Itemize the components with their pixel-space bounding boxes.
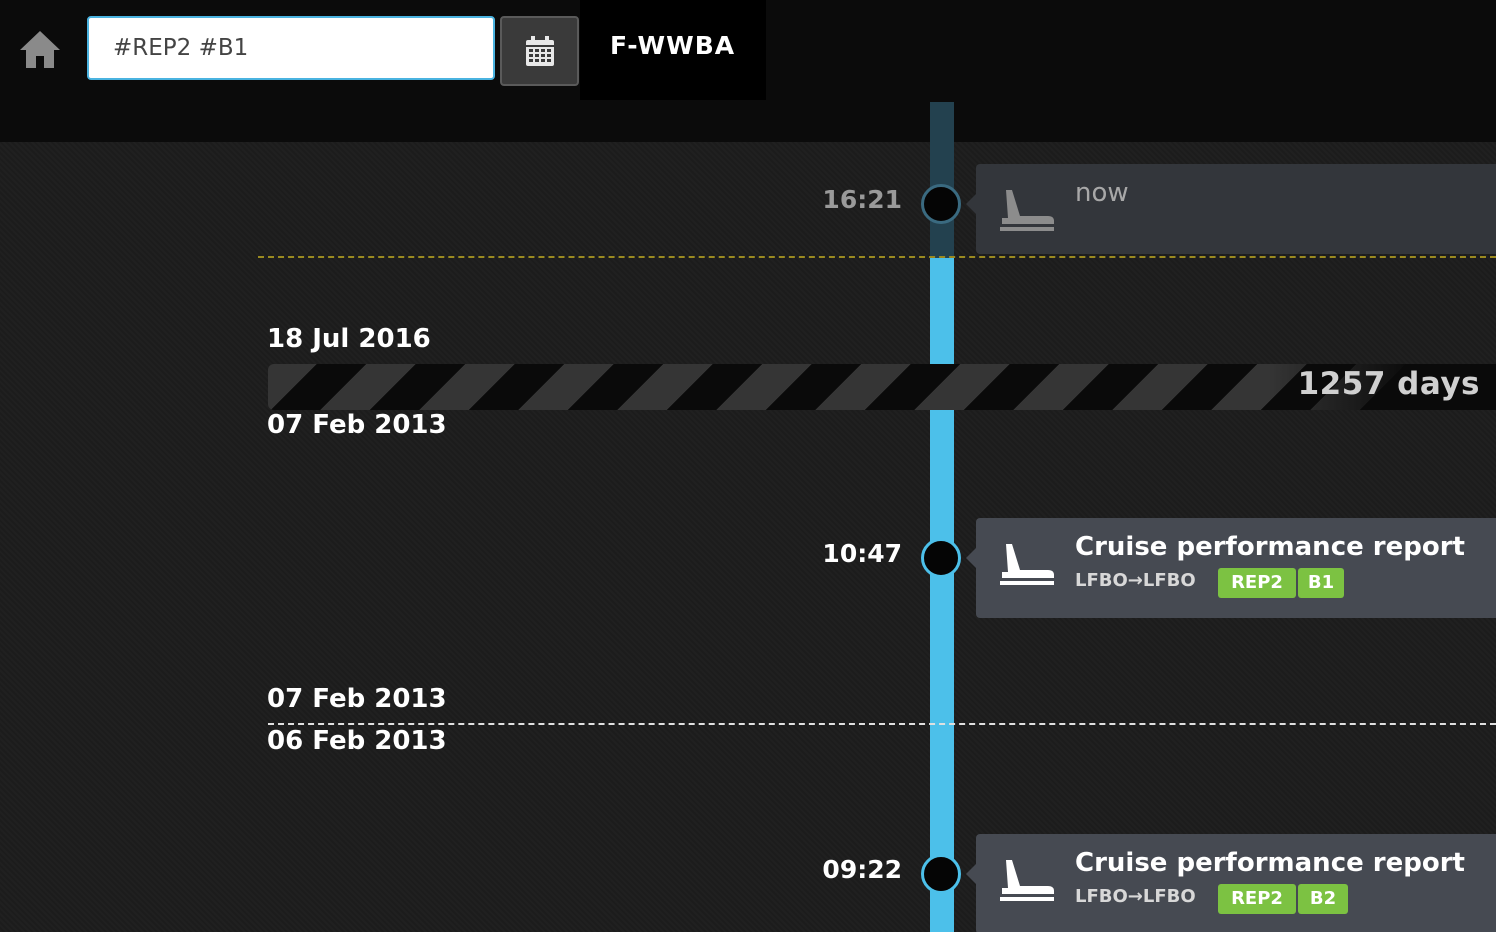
day-separator-line	[268, 723, 1496, 725]
tag-badge[interactable]: B2	[1298, 884, 1348, 914]
search-input[interactable]	[87, 16, 495, 80]
plane-takeoff-icon	[1000, 190, 1054, 231]
event-title: Cruise performance report	[1075, 848, 1465, 878]
event-card[interactable]: Cruise performance report LFBO→LFBO REP2…	[966, 518, 1496, 618]
tag-badge[interactable]: B1	[1298, 568, 1344, 598]
plane-takeoff-icon	[1000, 544, 1054, 585]
event-card[interactable]: Cruise performance report LFBO→LFBO REP2…	[966, 834, 1496, 932]
calendar-button[interactable]	[500, 16, 579, 86]
page: F-WWBA 16:21 now 18 Jul 2016 1257 days 0…	[0, 0, 1496, 932]
day-separator-lower: 06 Feb 2013	[267, 726, 447, 756]
day-separator-upper: 07 Feb 2013	[267, 684, 447, 714]
calendar-icon	[525, 36, 554, 66]
event-title: Cruise performance report	[1075, 532, 1465, 562]
event-time: 10:47	[822, 539, 902, 568]
event-route: LFBO→LFBO	[1075, 886, 1196, 907]
now-time: 16:21	[822, 185, 902, 214]
gap-duration: 1257 days	[1297, 366, 1480, 402]
tag-badge[interactable]: REP2	[1218, 568, 1296, 598]
top-bar: F-WWBA	[0, 0, 1496, 142]
aircraft-registration-tab[interactable]: F-WWBA	[580, 0, 766, 100]
plane-takeoff-icon	[1000, 860, 1054, 901]
event-dot[interactable]	[921, 538, 961, 578]
event-dot[interactable]	[921, 854, 961, 894]
event-route: LFBO→LFBO	[1075, 570, 1196, 591]
gap-start-date: 07 Feb 2013	[267, 410, 447, 440]
now-card: now	[966, 164, 1496, 254]
now-marker-line	[258, 256, 1496, 258]
gap-end-date: 18 Jul 2016	[267, 324, 431, 354]
home-button[interactable]	[18, 28, 62, 72]
now-label: now	[1075, 178, 1129, 208]
timeline-line	[930, 258, 954, 932]
tag-badge[interactable]: REP2	[1218, 884, 1296, 914]
now-dot	[921, 184, 961, 224]
home-icon	[20, 31, 60, 68]
timeline-line-future	[930, 102, 954, 258]
event-time: 09:22	[822, 855, 902, 884]
